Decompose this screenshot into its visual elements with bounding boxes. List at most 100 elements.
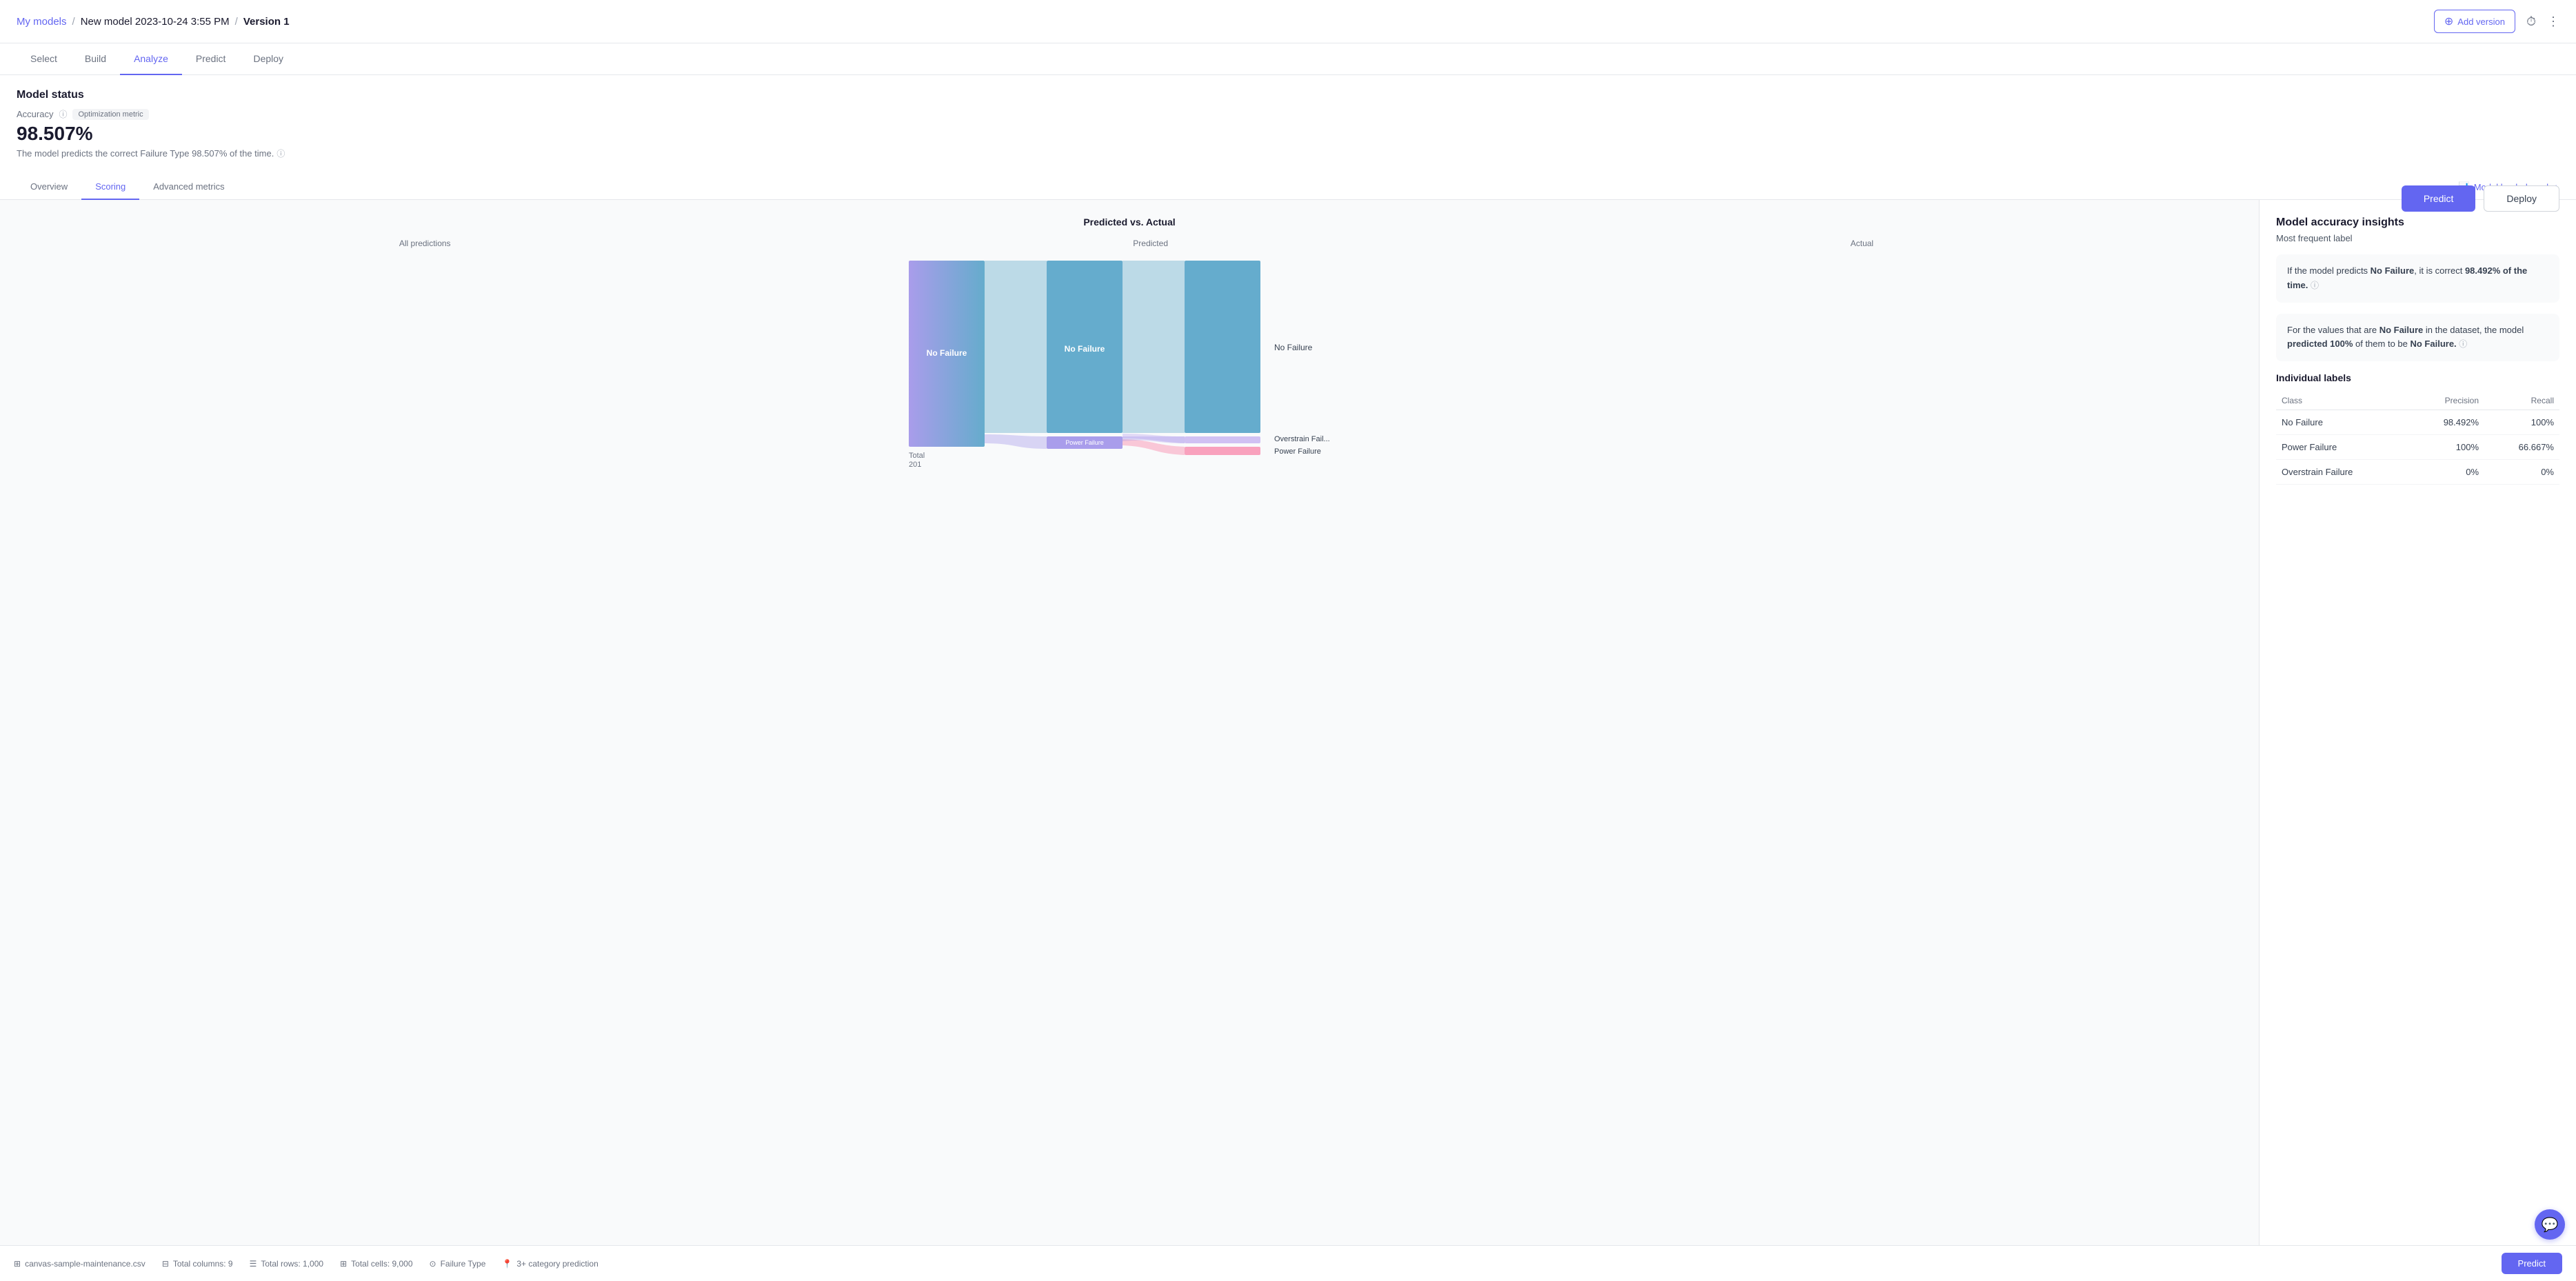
tab-predict[interactable]: Predict (182, 43, 240, 75)
status-rows: ☰ Total rows: 1,000 (250, 1259, 323, 1269)
status-cells: ⊞ Total cells: 9,000 (340, 1259, 412, 1269)
right-panel: Model accuracy insights Most frequent la… (2259, 200, 2576, 1267)
sep1: / (72, 16, 75, 28)
col-header-recall: Recall (2484, 392, 2559, 410)
prediction-type-icon: 📍 (502, 1259, 512, 1269)
class-power-failure: Power Failure (2276, 435, 2409, 460)
status-target-value: Failure Type (441, 1259, 486, 1269)
insight2-bold3: No Failure. (2410, 339, 2456, 349)
chat-icon: 💬 (2542, 1216, 2559, 1233)
header-actions: ⊕ Add version ⏱ ⋮ (2434, 10, 2559, 33)
svg-text:No Failure: No Failure (1274, 343, 1313, 352)
model-name: New model 2023-10-24 3:55 PM (81, 16, 230, 28)
predict-button[interactable]: Predict (2402, 185, 2476, 212)
desc-info-icon: ⓘ (276, 148, 285, 159)
version-label: Version 1 (243, 16, 290, 28)
individual-labels-table: Class Precision Recall No Failure 98.492… (2276, 392, 2559, 485)
insight1-info-icon: ⓘ (2311, 281, 2319, 290)
deploy-button[interactable]: Deploy (2484, 185, 2559, 212)
model-status-section: Model status Accuracy ⓘ Optimization met… (0, 75, 2576, 159)
add-version-label: Add version (2457, 17, 2505, 27)
chat-bubble-button[interactable]: 💬 (2535, 1209, 2565, 1240)
status-cells-value: Total cells: 9,000 (351, 1259, 412, 1269)
recall-overstrain-failure: 0% (2484, 460, 2559, 485)
precision-no-failure: 98.492% (2409, 410, 2484, 435)
status-prediction-type: 📍 3+ category prediction (502, 1259, 598, 1269)
status-rows-value: Total rows: 1,000 (261, 1259, 323, 1269)
svg-text:Power Failure: Power Failure (1065, 439, 1104, 446)
precision-power-failure: 100% (2409, 435, 2484, 460)
subtab-overview[interactable]: Overview (17, 174, 81, 200)
file-icon: ⊞ (14, 1259, 21, 1269)
tab-deploy[interactable]: Deploy (239, 43, 297, 75)
col-all-predictions: All predictions (399, 239, 451, 248)
svg-text:Overstrain Fail...: Overstrain Fail... (1274, 435, 1330, 443)
action-buttons: Predict Deploy (2402, 185, 2559, 212)
accuracy-info-icon: ⓘ (59, 108, 67, 120)
tab-analyze[interactable]: Analyze (120, 43, 182, 75)
status-prediction-type-value: 3+ category prediction (516, 1259, 598, 1269)
accuracy-label: Accuracy (17, 109, 53, 119)
accuracy-value: 98.507% (17, 123, 2559, 145)
status-columns-value: Total columns: 9 (173, 1259, 233, 1269)
sankey-chart: No Failure No Failure Power Failure No F… (17, 254, 2242, 488)
table-row: No Failure 98.492% 100% (2276, 410, 2559, 435)
plus-circle-icon: ⊕ (2444, 14, 2453, 28)
table-row: Power Failure 100% 66.667% (2276, 435, 2559, 460)
chart-column-labels: All predictions Predicted Actual (17, 239, 2242, 248)
col-header-precision: Precision (2409, 392, 2484, 410)
sub-tabs-left: Overview Scoring Advanced metrics (17, 174, 239, 199)
subtab-advanced[interactable]: Advanced metrics (139, 174, 238, 200)
model-status-title: Model status (17, 89, 2559, 101)
svg-text:201: 201 (909, 461, 921, 469)
svg-text:No Failure: No Failure (1065, 344, 1105, 354)
most-frequent-label: Most frequent label (2276, 233, 2559, 243)
main-content: Predicted vs. Actual All predictions Pre… (0, 200, 2576, 1267)
breadcrumb: My models / New model 2023-10-24 3:55 PM… (17, 16, 290, 28)
sep2: / (235, 16, 238, 28)
tab-build[interactable]: Build (71, 43, 120, 75)
svg-text:Total: Total (909, 452, 925, 460)
target-icon: ⊙ (430, 1259, 436, 1269)
panel-title: Model accuracy insights (2276, 216, 2559, 229)
status-bar-info: ⊞ canvas-sample-maintenance.csv ⊟ Total … (14, 1259, 598, 1269)
table-row: Overstrain Failure 0% 0% (2276, 460, 2559, 485)
history-button[interactable]: ⏱ (2526, 14, 2536, 29)
main-nav: Select Build Analyze Predict Deploy (0, 43, 2576, 75)
chart-area: Predicted vs. Actual All predictions Pre… (0, 200, 2259, 1267)
more-options-button[interactable]: ⋮ (2547, 14, 2559, 29)
insight2-bold1: No Failure (2379, 325, 2424, 335)
accuracy-row: Accuracy ⓘ Optimization metric (17, 108, 2559, 120)
col-actual: Actual (1851, 239, 1873, 248)
chart-title: Predicted vs. Actual (17, 216, 2242, 228)
precision-overstrain-failure: 0% (2409, 460, 2484, 485)
insight1-bold1: No Failure (2371, 265, 2415, 276)
status-file-name: canvas-sample-maintenance.csv (25, 1259, 145, 1269)
svg-text:No Failure: No Failure (927, 348, 967, 358)
status-columns: ⊟ Total columns: 9 (162, 1259, 233, 1269)
recall-power-failure: 66.667% (2484, 435, 2559, 460)
add-version-button[interactable]: ⊕ Add version (2434, 10, 2515, 33)
insight-block-2: For the values that are No Failure in th… (2276, 314, 2559, 362)
recall-no-failure: 100% (2484, 410, 2559, 435)
insight2-info-icon: ⓘ (2459, 339, 2467, 349)
individual-labels-title: Individual labels (2276, 372, 2559, 383)
columns-icon: ⊟ (162, 1259, 169, 1269)
status-target: ⊙ Failure Type (430, 1259, 486, 1269)
insight-block-1: If the model predicts No Failure, it is … (2276, 254, 2559, 303)
status-file: ⊞ canvas-sample-maintenance.csv (14, 1259, 145, 1269)
app-header: My models / New model 2023-10-24 3:55 PM… (0, 0, 2576, 43)
predict-button-bottom[interactable]: Predict (2502, 1253, 2562, 1274)
subtab-scoring[interactable]: Scoring (81, 174, 139, 200)
accuracy-desc-text: The model predicts the correct Failure T… (17, 148, 274, 159)
status-bar: ⊞ canvas-sample-maintenance.csv ⊟ Total … (0, 1245, 2576, 1281)
my-models-link[interactable]: My models (17, 16, 67, 28)
col-header-class: Class (2276, 392, 2409, 410)
tab-select[interactable]: Select (17, 43, 71, 75)
svg-text:Power Failure: Power Failure (1274, 447, 1321, 456)
rows-icon: ☰ (250, 1259, 257, 1269)
accuracy-description: The model predicts the correct Failure T… (17, 148, 2559, 159)
cells-icon: ⊞ (340, 1259, 347, 1269)
class-overstrain-failure: Overstrain Failure (2276, 460, 2409, 485)
optimization-badge: Optimization metric (72, 109, 148, 120)
